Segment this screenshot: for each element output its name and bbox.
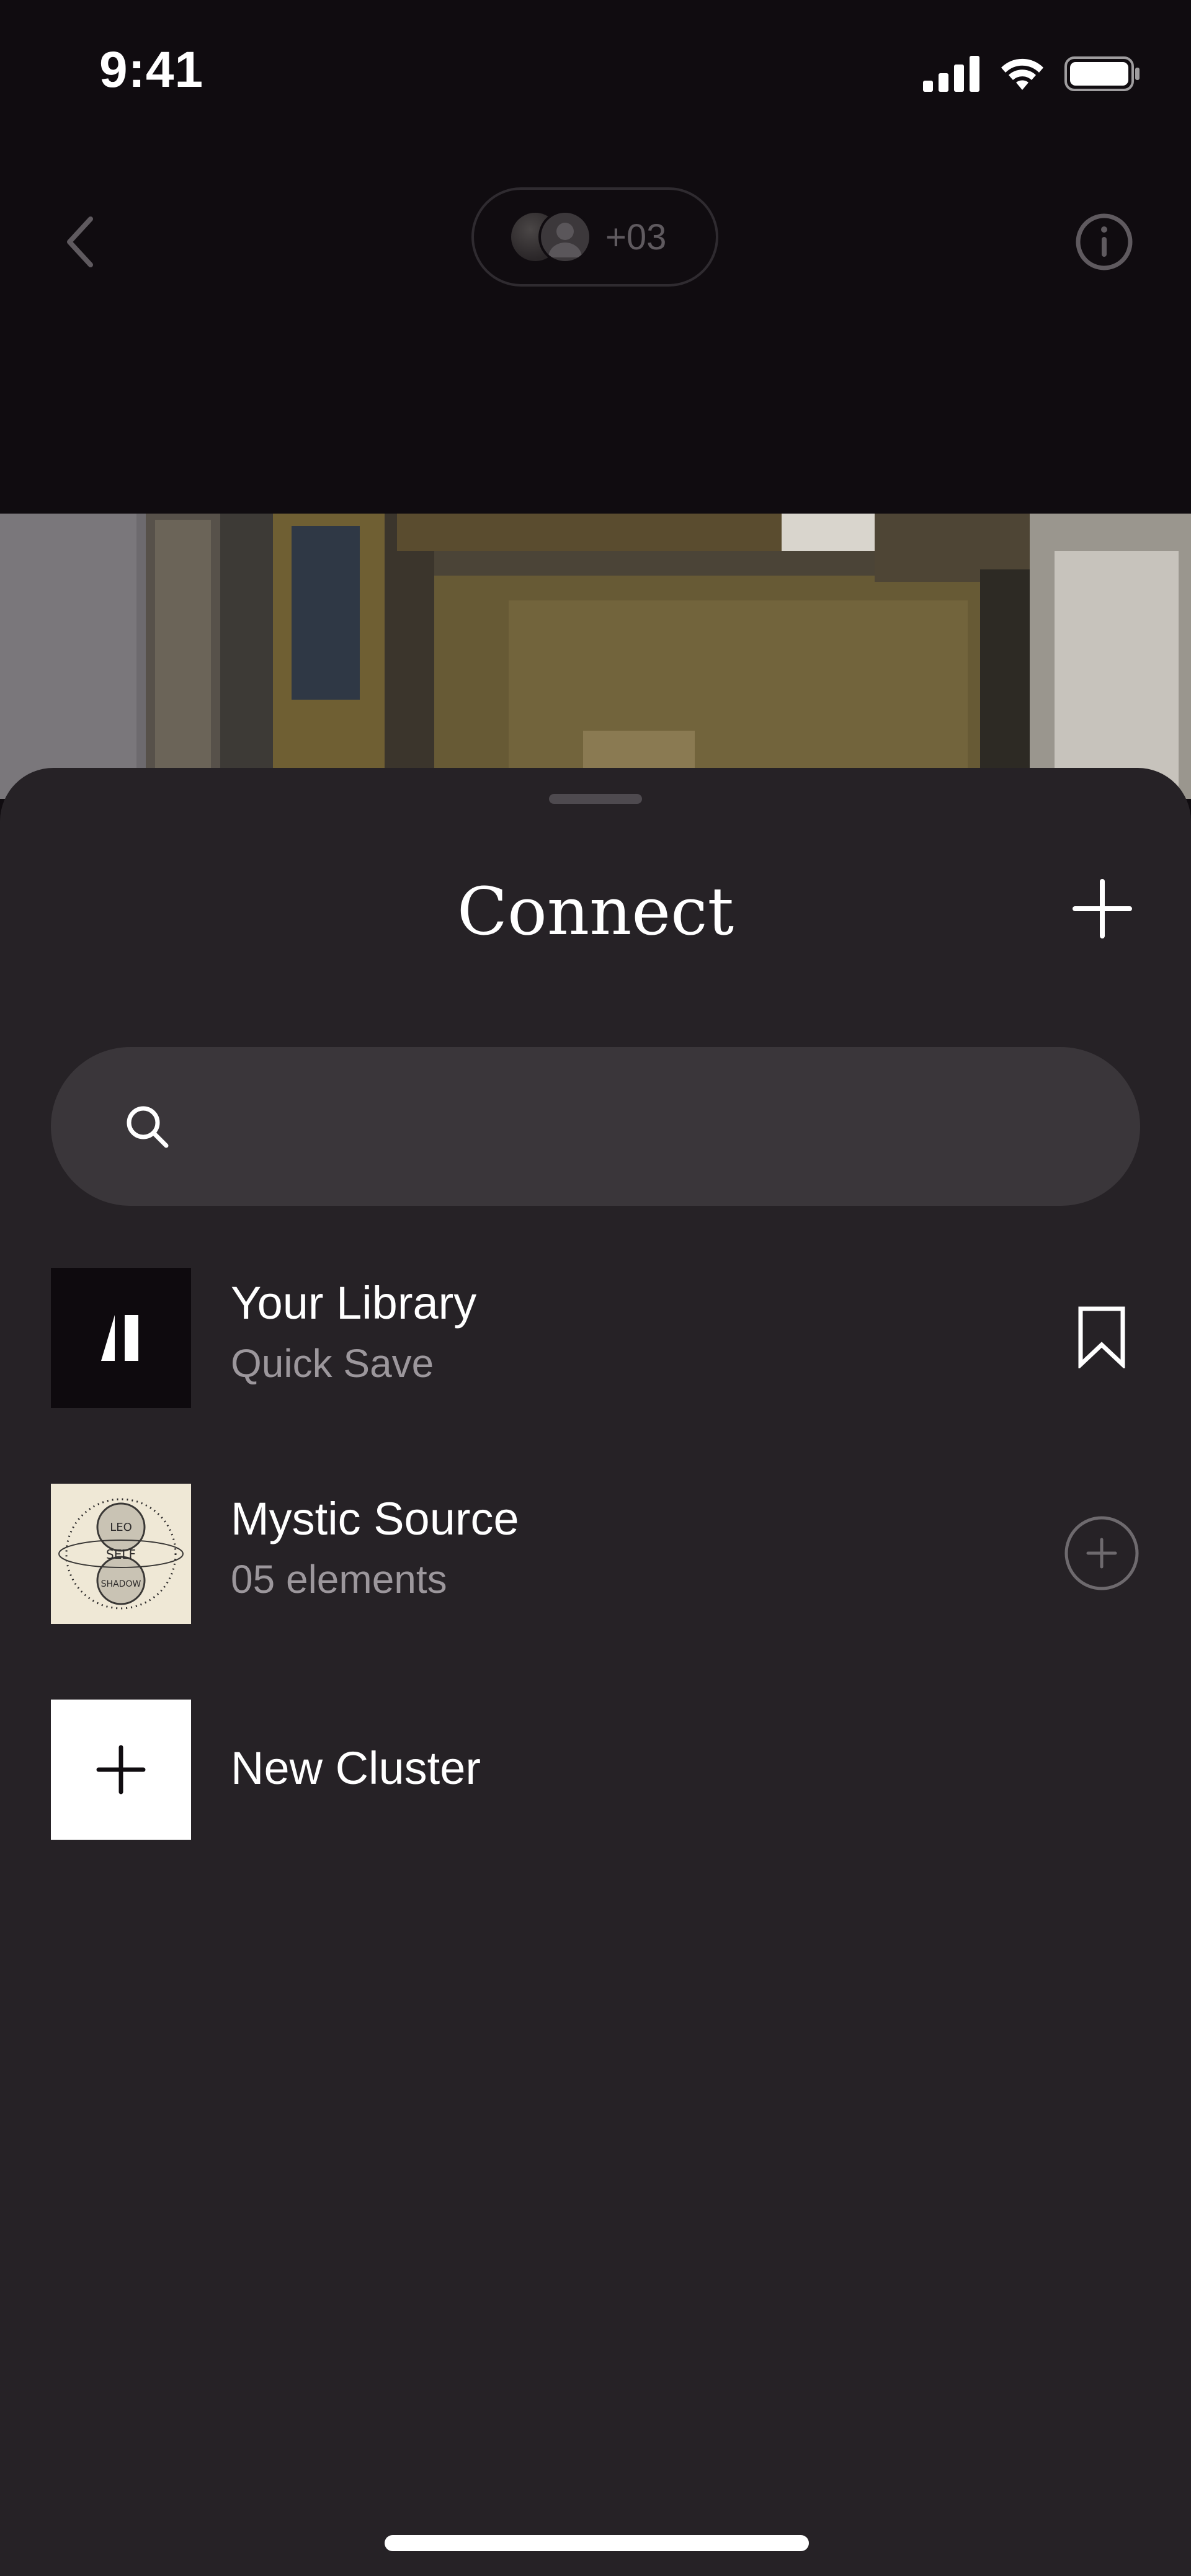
participants-pill[interactable]: +03: [471, 187, 718, 287]
status-time: 9:41: [99, 42, 204, 98]
thumbnail-text-self: SELF: [106, 1547, 136, 1562]
add-to-cluster-button[interactable]: [1063, 1515, 1140, 1592]
list-item-text: Mystic Source 05 elements: [231, 1492, 519, 1604]
mystic-diagram-image: LEO SELF SHADOW: [51, 1484, 191, 1624]
back-button[interactable]: [56, 211, 105, 273]
plus-circle-icon: [1064, 1516, 1139, 1590]
info-button[interactable]: [1073, 211, 1135, 273]
thumbnail-text-leo: LEO: [110, 1521, 132, 1534]
background-photo: [0, 514, 1191, 799]
list-item-subtitle: 05 elements: [231, 1557, 447, 1602]
bookshelf-image: [0, 514, 1191, 799]
list-item-text: Your Library Quick Save: [231, 1277, 476, 1388]
connect-sheet: Connect Your Library Quick Save LEO SELF…: [0, 768, 1191, 2576]
info-icon: [1076, 213, 1133, 270]
status-bar: 9:41: [0, 0, 1191, 143]
person-icon: [548, 223, 582, 257]
avatar: [538, 210, 592, 264]
participants-count: +03: [605, 216, 667, 257]
screen: 9:41 +03 Connect Your Library Quick Save…: [0, 0, 1191, 2576]
plus-icon: [1073, 879, 1132, 938]
new-cluster-thumbnail: [51, 1700, 191, 1840]
add-button[interactable]: [1068, 875, 1136, 943]
battery-icon: [1064, 56, 1140, 91]
chevron-left-icon: [67, 216, 93, 267]
list-item-new-cluster[interactable]: New Cluster: [51, 1700, 1140, 1840]
list-item-title: New Cluster: [231, 1742, 481, 1794]
list-item-subtitle: Quick Save: [231, 1341, 434, 1386]
signal-icon: [923, 56, 979, 92]
sheet-grabber[interactable]: [549, 794, 642, 804]
library-thumbnail: [51, 1268, 191, 1408]
search-input[interactable]: [195, 1089, 1140, 1164]
list-item-mystic-source[interactable]: LEO SELF SHADOW Mystic Source 05 element…: [51, 1484, 1140, 1624]
search-bar[interactable]: [51, 1047, 1140, 1206]
search-icon: [127, 1106, 169, 1148]
plus-icon: [96, 1745, 146, 1794]
wifi-icon: [1001, 58, 1043, 90]
list-item-title: Your Library: [231, 1277, 477, 1329]
list-item-text: New Cluster: [231, 1742, 481, 1795]
sheet-title: Connect: [457, 873, 734, 950]
list-item-your-library[interactable]: Your Library Quick Save: [51, 1268, 1140, 1408]
library-logo-icon: [101, 1315, 138, 1361]
list-item-title: Mystic Source: [231, 1493, 519, 1544]
status-icons: [923, 52, 1141, 96]
home-indicator[interactable]: [385, 2535, 809, 2551]
thumbnail-text-shadow: SHADOW: [101, 1579, 141, 1589]
bookmark-icon: [1078, 1306, 1125, 1368]
top-nav: +03: [0, 155, 1191, 323]
bookmark-button[interactable]: [1063, 1299, 1140, 1376]
mystic-thumbnail: LEO SELF SHADOW: [51, 1484, 191, 1624]
